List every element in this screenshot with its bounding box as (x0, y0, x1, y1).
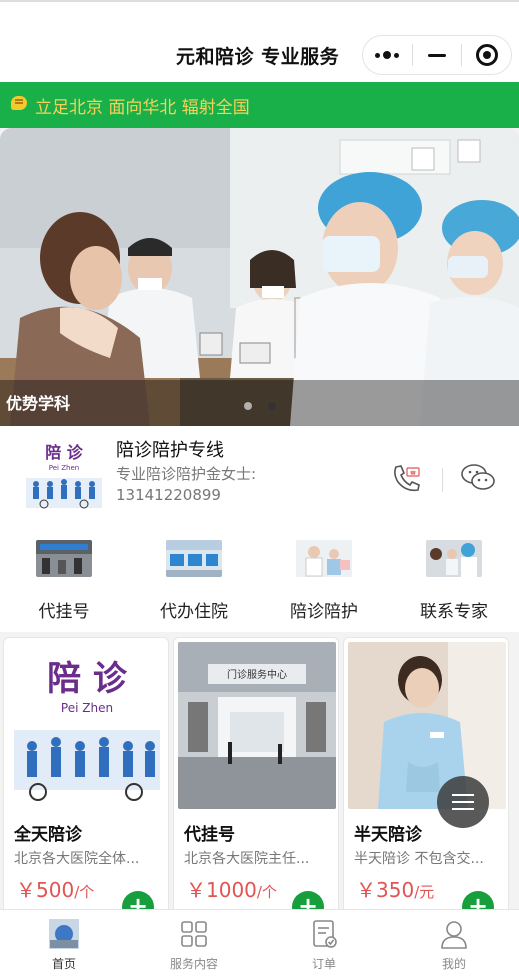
phone-icon[interactable]: ☎ (390, 462, 422, 494)
price-unit: /个 (74, 883, 95, 901)
product-logo-text: 陪 诊 (47, 659, 128, 699)
menu-item-expert[interactable]: 联系专家 (404, 540, 504, 622)
product-title: 半天陪诊 (354, 825, 422, 845)
product-price: ￥1000/个 (186, 874, 277, 903)
logo-text: 陪 诊 (45, 443, 84, 462)
more-icon (375, 51, 400, 59)
banner-carousel[interactable]: 优势学科 (0, 128, 519, 426)
banner-dot[interactable] (244, 402, 252, 410)
product-price: ￥500/个 (16, 874, 94, 903)
banner-dot-active[interactable] (268, 402, 276, 410)
product-title: 全天陪诊 (14, 825, 82, 845)
tab-label: 订单 (311, 957, 336, 971)
menu-thumbnail (296, 540, 352, 577)
menu-label: 陪诊陪护 (290, 602, 358, 622)
home-icon (48, 918, 80, 950)
miniprogram-capsule (362, 35, 512, 75)
banner-indicator (244, 402, 276, 410)
menu-item-hospitalization[interactable]: 代办住院 (144, 540, 244, 622)
product-desc: 半天陪诊 不包含交... (354, 851, 484, 867)
notice-text: 立足北京 面向华北 辐射全国 (35, 98, 250, 118)
close-target-icon (475, 44, 498, 66)
app-page: 元和陪诊 专业服务 立足北京 面向华北 辐射全国 优势学科 陪 诊 Pei Zh… (0, 0, 519, 979)
menu-item-register[interactable]: 代挂号 (14, 540, 114, 622)
menu-item-escort[interactable]: 陪诊陪护 (274, 540, 374, 622)
logo-pinyin: Pei Zhen (49, 464, 79, 472)
top-navbar: 元和陪诊 专业服务 (0, 0, 519, 82)
floating-menu-button[interactable] (437, 776, 489, 828)
menu-label: 代挂号 (38, 602, 90, 622)
contact-title: 陪诊陪护专线 (116, 440, 224, 461)
tab-profile[interactable]: 我的 (404, 918, 504, 972)
menu-label: 代办住院 (160, 602, 228, 622)
svg-text:☎: ☎ (410, 471, 416, 477)
wechat-icon[interactable] (460, 462, 496, 494)
product-image: 门诊服务中心 (178, 642, 336, 809)
page-title: 元和陪诊 专业服务 (176, 46, 340, 68)
close-button[interactable] (462, 36, 511, 74)
minimize-icon (428, 53, 446, 57)
menu-thumbnail (36, 540, 92, 577)
price-unit: /个 (256, 883, 277, 901)
hall-sign-text: 门诊服务中心 (227, 668, 287, 681)
product-image: 陪 诊 Pei Zhen (8, 642, 166, 809)
price-value: ￥1000 (186, 878, 257, 902)
menu-thumbnail (426, 540, 482, 577)
peizhen-logo: 陪 诊 Pei Zhen (22, 440, 106, 512)
minimize-button[interactable] (413, 36, 462, 74)
menu-thumbnail (166, 540, 222, 577)
product-card[interactable]: 陪 诊 Pei Zhen 全天陪诊 北京各大医院全体... ￥500/个 + (3, 637, 169, 917)
tab-label: 服务内容 (169, 957, 218, 971)
contact-divider (442, 468, 443, 492)
tab-orders[interactable]: 订单 (274, 918, 374, 972)
more-button[interactable] (363, 36, 412, 74)
product-desc: 北京各大医院主任... (184, 851, 310, 867)
tab-label: 首页 (51, 957, 76, 971)
grid-icon (178, 918, 210, 950)
contact-subtitle: 专业陪诊陪护金女士: (116, 465, 257, 483)
tab-home[interactable]: 首页 (14, 918, 114, 972)
tab-label: 我的 (441, 957, 466, 971)
price-unit: /元 (414, 883, 435, 901)
product-price: ￥350/元 (356, 874, 434, 903)
menu-label: 联系专家 (420, 602, 488, 622)
menu-icon (452, 794, 474, 796)
banner-caption: 优势学科 (6, 394, 71, 413)
speaker-icon (11, 96, 27, 110)
order-icon (308, 918, 340, 950)
contact-phone[interactable]: 13141220899 (116, 486, 221, 504)
tab-services[interactable]: 服务内容 (144, 918, 244, 972)
product-logo-pinyin: Pei Zhen (61, 701, 113, 715)
product-desc: 北京各大医院全体... (14, 851, 140, 867)
product-card[interactable]: 半天陪诊 半天陪诊 不包含交... ￥350/元 + (343, 637, 509, 917)
user-icon (438, 918, 470, 950)
product-title: 代挂号 (184, 825, 235, 845)
product-card[interactable]: 门诊服务中心 代挂号 北京各大医院主任... ￥1000/个 + (173, 637, 339, 917)
price-value: ￥350 (356, 878, 415, 902)
price-value: ￥500 (16, 878, 75, 902)
